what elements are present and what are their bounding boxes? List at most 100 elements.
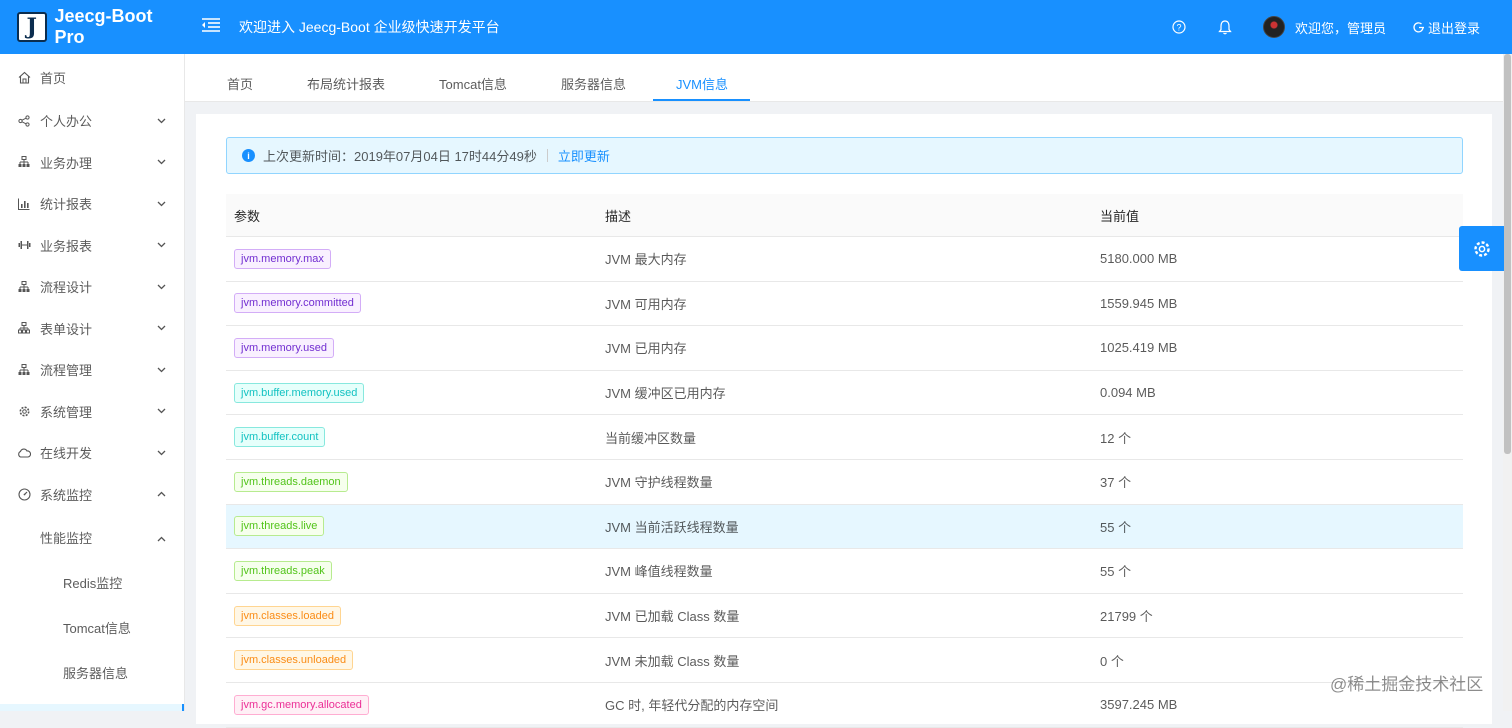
sidebar-item-perf-monitor[interactable]: 性能监控 bbox=[0, 515, 184, 560]
sidebar-item-label: Tomcat信息 bbox=[63, 621, 131, 636]
gear-icon bbox=[1473, 240, 1490, 257]
param-cell: jvm.threads.peak bbox=[226, 560, 597, 581]
table-row[interactable]: jvm.classes.loaded JVM 已加载 Class 数量 21799 … bbox=[226, 594, 1463, 639]
sidebar-item-business[interactable]: 业务办理 bbox=[0, 142, 184, 184]
sidebar-item-label: 业务报表 bbox=[40, 238, 93, 254]
chevron-down-icon bbox=[156, 116, 166, 126]
param-cell: jvm.buffer.count bbox=[226, 427, 597, 448]
sidebar-item-label: 统计报表 bbox=[40, 197, 93, 213]
table-row[interactable]: jvm.memory.max JVM 最大内存 5180.000 MB bbox=[226, 237, 1463, 282]
chevron-down-icon bbox=[156, 157, 166, 167]
desc-cell: JVM 已用内存 bbox=[605, 341, 687, 357]
logout-button[interactable]: 退出登录 bbox=[1412, 18, 1480, 37]
table-row[interactable]: jvm.buffer.count 当前缓冲区数量 12 个 bbox=[226, 415, 1463, 460]
table-row[interactable]: jvm.threads.daemon JVM 守护线程数量 37 个 bbox=[226, 460, 1463, 505]
desc-cell: JVM 最大内存 bbox=[605, 252, 687, 268]
tab-server[interactable]: 服务器信息 bbox=[534, 60, 653, 101]
chevron-down-icon bbox=[156, 406, 166, 416]
sidebar-item-label: 性能监控 bbox=[40, 531, 93, 546]
divider bbox=[546, 149, 548, 162]
logo[interactable]: J Jeecg-Boot Pro bbox=[0, 0, 185, 54]
sidebar-item-flow-design[interactable]: 流程设计 bbox=[0, 266, 184, 308]
desc-cell: JVM 可用内存 bbox=[605, 296, 687, 312]
sidebar-item-system-manage[interactable]: 系统管理 bbox=[0, 391, 184, 433]
table-body: jvm.memory.max JVM 最大内存 5180.000 MB jvm.mem… bbox=[226, 237, 1463, 728]
sidebar-item-home[interactable]: 首页 bbox=[0, 54, 184, 100]
sidebar-item-label: 服务器信息 bbox=[63, 666, 129, 681]
sidebar-item-tomcat[interactable]: Tomcat信息 bbox=[0, 605, 184, 650]
avatar[interactable] bbox=[1262, 16, 1285, 38]
table-row[interactable]: jvm.buffer.memory.used JVM 缓冲区已用内存 0.094 M… bbox=[226, 371, 1463, 416]
menu-fold-icon[interactable] bbox=[201, 16, 223, 39]
param-tag: jvm.buffer.memory.used bbox=[234, 382, 365, 403]
desc-cell: GC 时, 年轻代分配的内存空间 bbox=[605, 698, 779, 714]
table-row[interactable]: jvm.memory.committed JVM 可用内存 1559.945 MB bbox=[226, 282, 1463, 327]
user-greeting[interactable]: 欢迎您，管理员 bbox=[1295, 18, 1386, 37]
org-icon bbox=[17, 363, 31, 377]
value-cell: 21799 个 bbox=[1100, 609, 1153, 625]
sidebar-item-label: 系统监控 bbox=[40, 487, 93, 503]
sidebar-item-personal-office[interactable]: 个人办公 bbox=[0, 100, 184, 142]
tab-tomcat[interactable]: Tomcat信息 bbox=[412, 60, 534, 101]
dashboard-icon bbox=[17, 487, 31, 501]
tab-label: JVM信息 bbox=[675, 77, 728, 92]
tab-label: 首页 bbox=[227, 77, 254, 92]
sidebar-item-system-monitor[interactable]: 系统监控 bbox=[0, 474, 184, 516]
sidebar-item-jvm-active[interactable] bbox=[0, 704, 184, 711]
settings-button[interactable] bbox=[1459, 226, 1504, 271]
param-cell: jvm.memory.used bbox=[226, 337, 597, 358]
sidebar-item-form-design[interactable]: 表单设计 bbox=[0, 308, 184, 350]
table-row[interactable]: jvm.memory.used JVM 已用内存 1025.419 MB bbox=[226, 326, 1463, 371]
sidebar-item-redis[interactable]: Redis监控 bbox=[0, 560, 184, 605]
sidebar: 首页 个人办公 业务办理 统计报表 业务报表 流程设计 表单设计 流程管理 系统… bbox=[0, 54, 185, 711]
value-cell: 55 个 bbox=[1100, 519, 1132, 535]
table-row[interactable]: jvm.threads.peak JVM 峰值线程数量 55 个 bbox=[226, 549, 1463, 594]
param-tag: jvm.memory.committed bbox=[234, 293, 361, 314]
chevron-down-icon bbox=[156, 323, 166, 333]
cloud-icon bbox=[17, 446, 31, 460]
page-scrollbar[interactable] bbox=[1503, 54, 1512, 711]
bell-icon[interactable] bbox=[1217, 19, 1233, 35]
param-cell: jvm.buffer.memory.used bbox=[226, 382, 597, 403]
param-cell: jvm.gc.memory.allocated bbox=[226, 694, 597, 715]
sidebar-item-server[interactable]: 服务器信息 bbox=[0, 650, 184, 695]
param-tag: jvm.classes.loaded bbox=[234, 605, 341, 626]
value-cell: 1559.945 MB bbox=[1100, 295, 1178, 311]
value-cell: 5180.000 MB bbox=[1100, 251, 1178, 267]
value-cell: 3597.245 MB bbox=[1100, 697, 1178, 713]
scrollbar-thumb[interactable] bbox=[1504, 54, 1511, 454]
tab-bar: 首页 布局统计报表 Tomcat信息 服务器信息 JVM信息 bbox=[185, 54, 1503, 102]
desc-cell: JVM 当前活跃线程数量 bbox=[605, 519, 739, 535]
tab-home[interactable]: 首页 bbox=[185, 60, 280, 101]
chevron-up-icon bbox=[156, 489, 166, 499]
logout-icon bbox=[1413, 21, 1424, 32]
app-name: Jeecg-Boot Pro bbox=[54, 6, 153, 47]
tab-label: Tomcat信息 bbox=[439, 77, 507, 92]
tab-label: 布局统计报表 bbox=[307, 77, 386, 92]
org-icon bbox=[17, 155, 31, 169]
share-icon bbox=[17, 114, 31, 128]
sidebar-item-label: 系统管理 bbox=[40, 404, 93, 420]
sidebar-item-online-dev[interactable]: 在线开发 bbox=[0, 432, 184, 474]
sidebar-item-flow-manage[interactable]: 流程管理 bbox=[0, 349, 184, 391]
top-header: J Jeecg-Boot Pro 欢迎进入 Jeecg-Boot 企业级快速开发… bbox=[0, 0, 1512, 54]
chevron-down-icon bbox=[156, 282, 166, 292]
param-cell: jvm.classes.loaded bbox=[226, 605, 597, 626]
column-header-value: 当前值 bbox=[1100, 208, 1140, 224]
dumbbell-icon bbox=[17, 238, 31, 252]
table-row[interactable]: jvm.classes.unloaded JVM 未加载 Class 数量 0 个 bbox=[226, 638, 1463, 683]
gear-icon bbox=[17, 404, 31, 418]
refresh-now-link[interactable]: 立即更新 bbox=[558, 146, 610, 165]
column-header-desc: 描述 bbox=[605, 208, 632, 224]
table-row[interactable]: jvm.gc.memory.allocated GC 时, 年轻代分配的内存空间 3… bbox=[226, 683, 1463, 728]
update-alert: i 上次更新时间：2019年07月04日 17时44分49秒 立即更新 bbox=[226, 137, 1463, 174]
tab-layout-report[interactable]: 布局统计报表 bbox=[280, 60, 412, 101]
help-icon[interactable]: ? bbox=[1171, 19, 1187, 35]
tab-jvm[interactable]: JVM信息 bbox=[652, 60, 750, 101]
logout-label: 退出登录 bbox=[1427, 20, 1480, 36]
sidebar-item-biz-report[interactable]: 业务报表 bbox=[0, 225, 184, 267]
table-row[interactable]: jvm.threads.live JVM 当前活跃线程数量 55 个 bbox=[226, 504, 1463, 550]
param-tag: jvm.threads.daemon bbox=[234, 471, 348, 492]
sidebar-item-label: 表单设计 bbox=[40, 321, 93, 337]
sidebar-item-stat-report[interactable]: 统计报表 bbox=[0, 183, 184, 225]
